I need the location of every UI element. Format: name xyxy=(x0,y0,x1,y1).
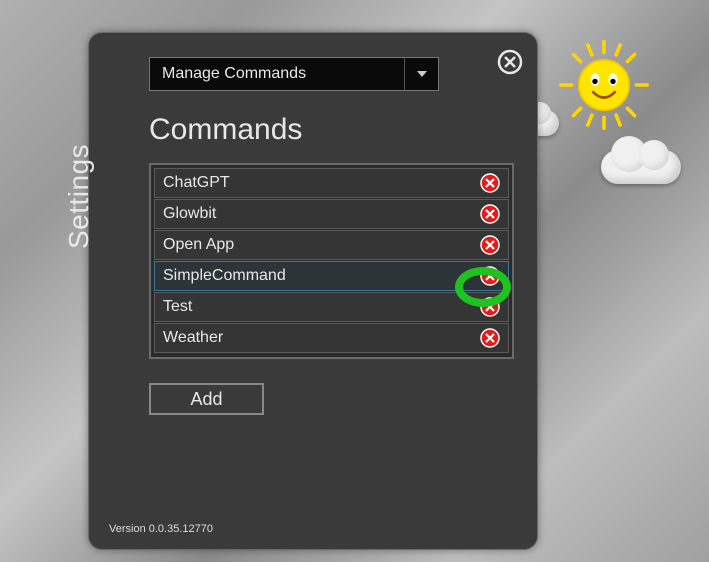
command-label: ChatGPT xyxy=(163,174,480,192)
delete-icon xyxy=(480,297,500,317)
delete-button[interactable] xyxy=(480,173,500,193)
cloud-decoration xyxy=(601,150,681,184)
add-button-label: Add xyxy=(190,389,222,410)
version-label: Version 0.0.35.12770 xyxy=(109,523,213,535)
dropdown-selected-label: Manage Commands xyxy=(162,65,306,83)
close-button[interactable] xyxy=(497,49,523,75)
section-heading: Commands xyxy=(149,113,302,147)
commands-list: ChatGPT Glowbit Open App SimpleCommand Test W… xyxy=(149,163,514,359)
command-row[interactable]: Weather xyxy=(154,323,509,353)
delete-button[interactable] xyxy=(480,204,500,224)
command-label: Test xyxy=(163,298,480,316)
command-row[interactable]: Glowbit xyxy=(154,199,509,229)
delete-icon xyxy=(480,204,500,224)
command-row[interactable]: Open App xyxy=(154,230,509,260)
command-label: Open App xyxy=(163,236,480,254)
panel-title: Settings xyxy=(63,144,95,249)
delete-icon xyxy=(480,266,500,286)
command-row[interactable]: SimpleCommand xyxy=(154,261,509,291)
delete-icon xyxy=(480,173,500,193)
delete-button[interactable] xyxy=(480,235,500,255)
delete-icon xyxy=(480,328,500,348)
chevron-down-icon xyxy=(404,58,438,90)
delete-button[interactable] xyxy=(480,297,500,317)
delete-button[interactable] xyxy=(480,328,500,348)
mode-dropdown[interactable]: Manage Commands xyxy=(149,57,439,91)
command-label: SimpleCommand xyxy=(163,267,480,285)
settings-panel: Settings Manage Commands Commands ChatGP… xyxy=(88,32,538,550)
command-row[interactable]: Test xyxy=(154,292,509,322)
add-button[interactable]: Add xyxy=(149,383,264,415)
delete-button[interactable] xyxy=(480,266,500,286)
command-label: Glowbit xyxy=(163,205,480,223)
command-row[interactable]: ChatGPT xyxy=(154,168,509,198)
delete-icon xyxy=(480,235,500,255)
command-label: Weather xyxy=(163,329,480,347)
sun-decoration xyxy=(559,40,649,130)
close-icon xyxy=(497,49,523,75)
